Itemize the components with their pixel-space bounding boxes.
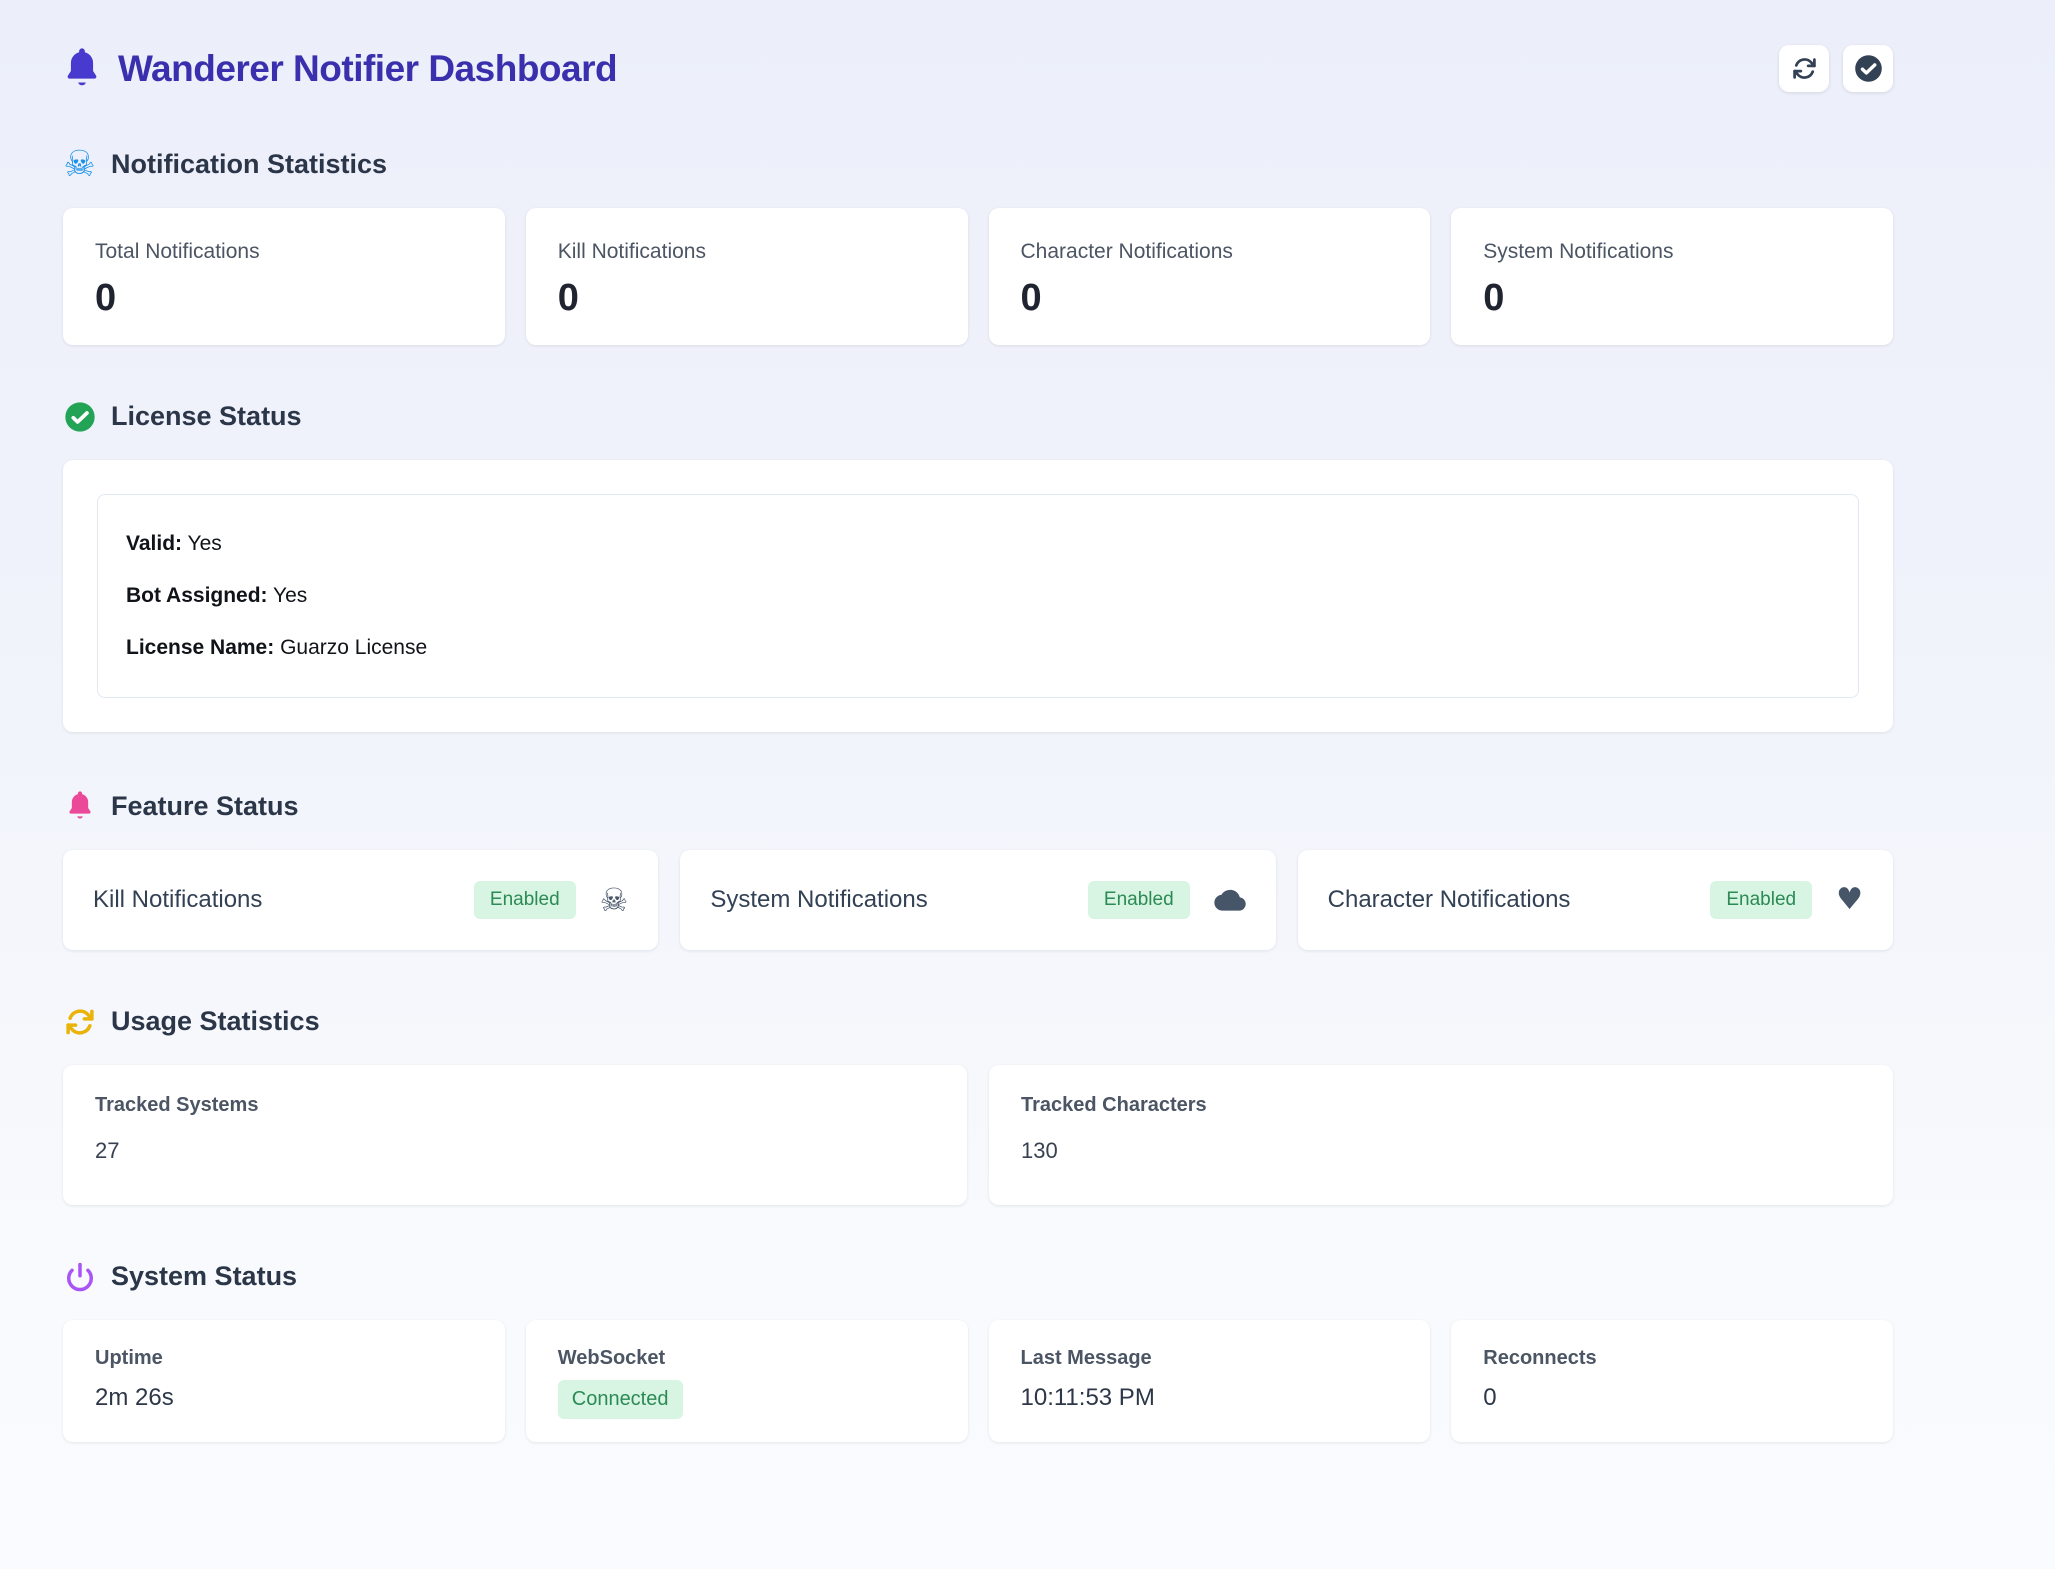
feature-card-system-notifications: System Notifications Enabled [680,850,1275,950]
stat-card-character-notifications: Character Notifications 0 [989,208,1431,345]
status-badge: Enabled [474,881,576,919]
connected-badge: Connected [558,1380,683,1419]
system-label: Uptime [95,1347,473,1370]
refresh-icon [63,1005,96,1038]
system-value: 2m 26s [95,1384,473,1412]
usage-label: Tracked Characters [1021,1094,1861,1117]
header-toolbar [1779,45,1893,92]
license-field-label: Valid: [126,532,182,555]
notification-stats-row: Total Notifications 0 Kill Notifications… [63,208,1893,345]
license-bot-assigned-line: Bot Assigned: Yes [126,584,1830,608]
status-badge: Enabled [1710,881,1812,919]
refresh-icon [1792,56,1817,81]
usage-value: 27 [95,1138,935,1164]
dashboard-page: Wanderer Notifier Dashboard [0,0,2055,1442]
usage-value: 130 [1021,1138,1861,1164]
stat-card-total-notifications: Total Notifications 0 [63,208,505,345]
license-field-value: Yes [268,584,308,607]
system-card-websocket: WebSocket Connected [526,1320,968,1442]
usage-card-tracked-characters: Tracked Characters 130 [989,1065,1893,1205]
stat-label: Total Notifications [95,240,473,264]
license-card: Valid: Yes Bot Assigned: Yes License Nam… [63,460,1893,732]
system-label: Last Message [1021,1347,1399,1370]
bell-icon [63,48,101,90]
system-label: WebSocket [558,1347,936,1370]
section-heading-usage-statistics: Usage Statistics [63,1005,1893,1038]
license-name-line: License Name: Guarzo License [126,636,1830,660]
cloud-icon [1214,884,1246,916]
check-circle-icon [63,400,96,433]
system-value: 10:11:53 PM [1021,1384,1399,1412]
skull-crossbones-icon: ☠ [63,148,96,181]
section-heading-feature-status: Feature Status [63,790,1893,823]
system-card-uptime: Uptime 2m 26s [63,1320,505,1442]
stat-label: Character Notifications [1021,240,1399,264]
skull-crossbones-icon: ☠ [600,884,629,916]
refresh-button[interactable] [1779,45,1829,92]
header: Wanderer Notifier Dashboard [63,45,1893,92]
system-label: Reconnects [1483,1347,1861,1370]
section-title: System Status [111,1261,297,1292]
section-heading-system-status: System Status [63,1260,1893,1293]
system-card-last-message: Last Message 10:11:53 PM [989,1320,1431,1442]
stat-value: 0 [1021,277,1399,320]
feature-label: Character Notifications [1328,886,1571,914]
feature-status-group: Enabled ♥ [1710,881,1863,919]
license-details-box: Valid: Yes Bot Assigned: Yes License Nam… [97,494,1859,698]
stat-label: System Notifications [1483,240,1861,264]
usage-stats-row: Tracked Systems 27 Tracked Characters 13… [63,1065,1893,1205]
system-value: 0 [1483,1384,1861,1412]
bell-icon [63,790,96,823]
license-field-label: License Name: [126,636,274,659]
stat-value: 0 [558,277,936,320]
system-card-reconnects: Reconnects 0 [1451,1320,1893,1442]
license-field-label: Bot Assigned: [126,584,268,607]
section-title: Notification Statistics [111,149,387,180]
usage-label: Tracked Systems [95,1094,935,1117]
section-title: Feature Status [111,791,299,822]
stat-card-system-notifications: System Notifications 0 [1451,208,1893,345]
feature-status-group: Enabled ☠ [474,881,628,919]
usage-card-tracked-systems: Tracked Systems 27 [63,1065,967,1205]
confirm-button[interactable] [1843,45,1893,92]
section-heading-license-status: License Status [63,400,1893,433]
websocket-status-wrap: Connected [558,1380,936,1419]
feature-card-character-notifications: Character Notifications Enabled ♥ [1298,850,1893,950]
feature-label: System Notifications [710,886,927,914]
header-title-group: Wanderer Notifier Dashboard [63,48,617,90]
section-title: Usage Statistics [111,1006,320,1037]
feature-status-row: Kill Notifications Enabled ☠ System Noti… [63,850,1893,950]
feature-card-kill-notifications: Kill Notifications Enabled ☠ [63,850,658,950]
check-circle-icon [1854,54,1883,83]
stat-card-kill-notifications: Kill Notifications 0 [526,208,968,345]
license-field-value: Yes [182,532,222,555]
feature-status-group: Enabled [1088,881,1246,919]
license-valid-line: Valid: Yes [126,532,1830,556]
stat-label: Kill Notifications [558,240,936,264]
stat-value: 0 [95,277,473,320]
feature-label: Kill Notifications [93,886,262,914]
system-status-row: Uptime 2m 26s WebSocket Connected Last M… [63,1320,1893,1442]
stat-value: 0 [1483,277,1861,320]
power-icon [63,1260,96,1293]
section-heading-notification-statistics: ☠ Notification Statistics [63,148,1893,181]
section-title: License Status [111,401,302,432]
page-title: Wanderer Notifier Dashboard [118,48,617,90]
license-field-value: Guarzo License [274,636,427,659]
status-badge: Enabled [1088,881,1190,919]
heart-icon: ♥ [1836,885,1863,915]
